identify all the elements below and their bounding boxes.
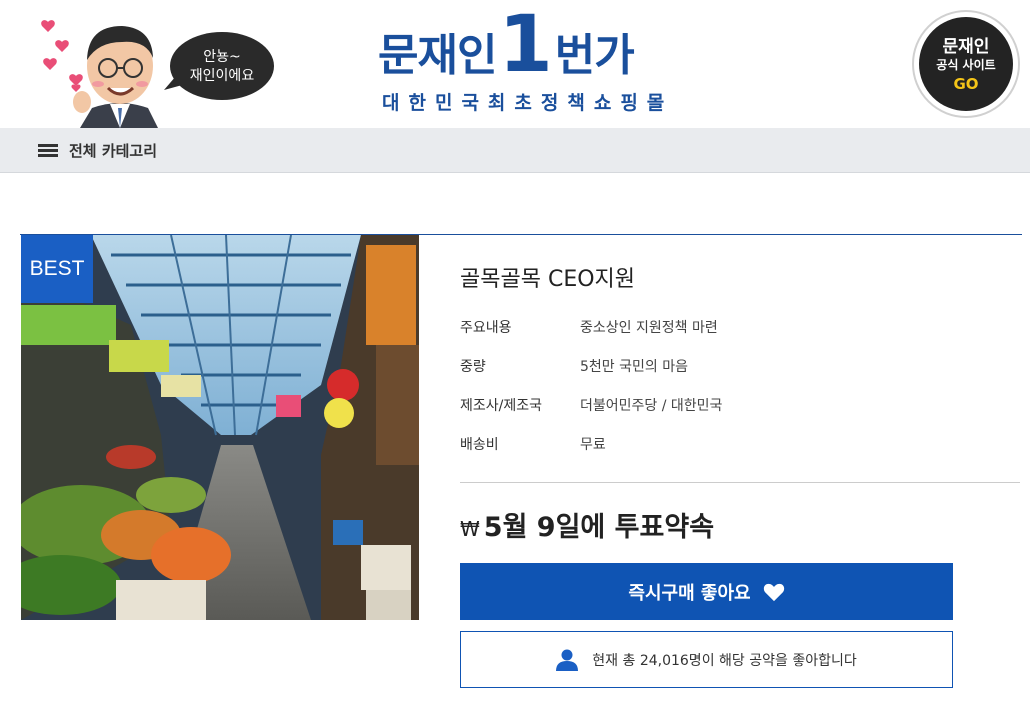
spec-value: 중소상인 지원정책 마련	[580, 320, 718, 336]
spec-label: 중량	[460, 359, 486, 375]
info-divider	[460, 482, 1020, 483]
mascot-illustration: 안뇽~ 재인이에요	[40, 14, 280, 128]
spec-value: 더불어민주당 / 대한민국	[580, 398, 723, 414]
buy-now-like-button[interactable]: 즉시구매 좋아요	[460, 563, 953, 620]
logo-number-one: 1	[498, 0, 553, 90]
speech-text-line2: 재인이에요	[190, 68, 255, 84]
like-count-text: 현재 총 24,016명이 해당 공약을 좋아합니다	[592, 652, 857, 669]
heart-icon	[69, 74, 83, 86]
buy-button-label: 즉시구매 좋아요	[628, 582, 751, 604]
spec-value: 5천만 국민의 마음	[580, 359, 688, 375]
logo-word-1: 문재인	[378, 30, 497, 81]
logo-word-2: 번가	[554, 30, 635, 81]
spec-value: 무료	[580, 437, 606, 453]
spec-label: 제조사/제조국	[460, 398, 542, 414]
spec-label: 배송비	[460, 437, 499, 453]
price-value: 5월 9일에 투표약속	[483, 512, 715, 543]
price-text: ₩5월 9일에 투표약속	[460, 505, 714, 544]
heart-icon	[55, 40, 69, 52]
logo-tagline: 대한민국최초정책쇼핑몰	[382, 92, 674, 114]
spec-label: 주요내용	[460, 320, 512, 336]
speech-text-line1: 안뇽~	[203, 49, 241, 65]
like-count-box: 현재 총 24,016명이 해당 공약을 좋아합니다	[460, 631, 953, 688]
mascot-svg: 안뇽~ 재인이에요	[41, 20, 274, 128]
all-categories-button[interactable]: 전체 카테고리	[38, 128, 157, 173]
official-site-link[interactable]: 문재인 공식 사이트 GO	[919, 17, 1013, 111]
official-site-badge[interactable]: 문재인 공식 사이트 GO	[912, 10, 1020, 118]
category-navbar: 전체 카테고리	[0, 128, 1030, 173]
heart-icon	[41, 20, 55, 32]
site-header: 안뇽~ 재인이에요 문재인 1 번가 대한민국최초정책쇼핑몰 문재인 공식 사이…	[0, 0, 1030, 128]
site-logo[interactable]: 문재인 1 번가 대한민국최초정책쇼핑몰	[378, 6, 668, 114]
badge-line-2: 공식 사이트	[936, 58, 996, 72]
heart-icon	[763, 583, 784, 601]
best-badge: BEST	[21, 235, 93, 303]
currency-symbol: ₩	[460, 517, 480, 541]
badge-line-1: 문재인	[942, 37, 990, 57]
all-categories-label: 전체 카테고리	[69, 142, 158, 160]
user-icon	[556, 649, 579, 671]
logo-wordmark: 문재인 1 번가	[378, 6, 635, 86]
product-title: 골목골목 CEO지원	[460, 267, 636, 292]
hamburger-menu-icon	[38, 143, 58, 158]
product-image: BEST	[21, 235, 419, 620]
heart-icon	[43, 58, 57, 70]
badge-go: GO	[953, 75, 979, 93]
